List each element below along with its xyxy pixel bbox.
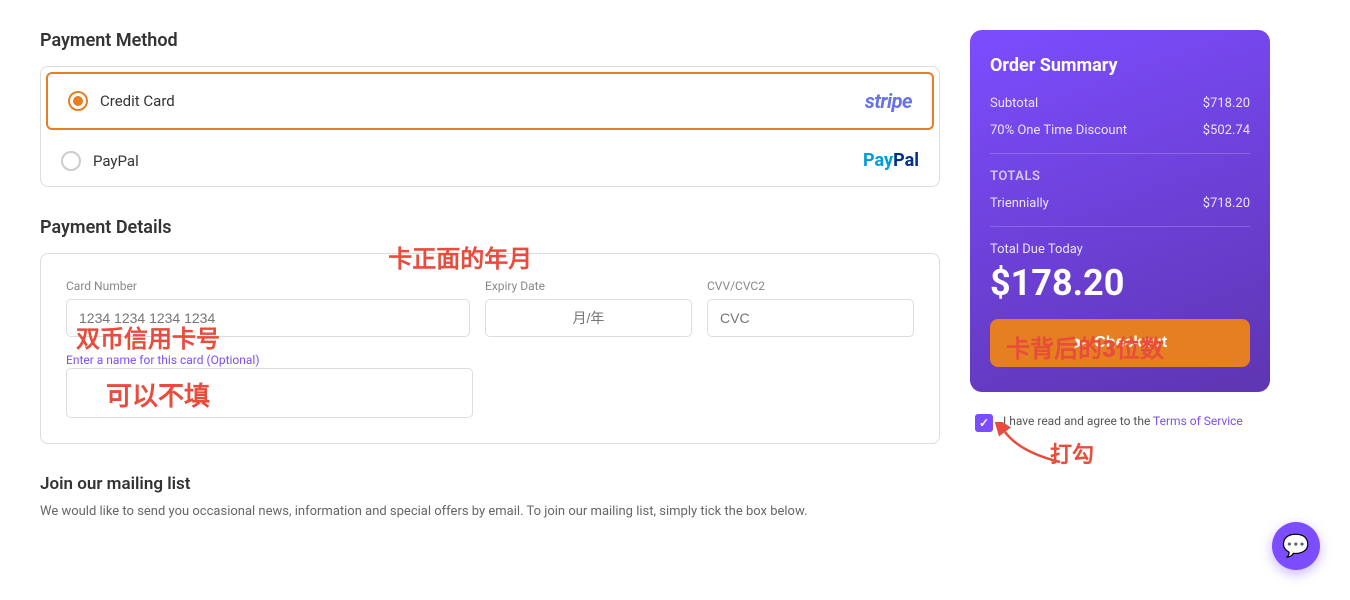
triennially-value: $718.20 [1203,196,1250,211]
summary-divider-1 [990,153,1250,154]
dagu-arrow [990,422,1070,472]
payment-details-box: 卡正面的年月 Card Number 双币信用卡号 Expiry Date [40,253,940,444]
annotation-dagu-wrapper: 打勾 [990,437,1270,469]
card-name-row: Enter a name for this card (Optional) 可以… [66,352,914,418]
credit-card-radio[interactable] [68,91,88,111]
payment-options-container: Credit Card stripe PayPal PayPal [40,66,940,187]
chat-icon: 💬 [1282,534,1309,559]
subtotal-label: Subtotal [990,96,1038,111]
annotation-dagu-text: 打勾 [1050,437,1270,469]
order-summary-title: Order Summary [990,55,1250,76]
right-column: Order Summary Subtotal $718.20 70% One T… [970,30,1270,522]
cvv-group: CVV/CVC2 卡背后的3位数 [707,279,914,337]
paypal-radio[interactable] [61,151,81,171]
credit-card-radio-fill [73,96,83,106]
mailing-title: Join our mailing list [40,474,940,494]
paypal-option[interactable]: PayPal PayPal [41,135,939,186]
total-due-label: Total Due Today [990,242,1250,257]
expiry-input[interactable] [485,299,692,337]
annotation-optional-text: 可以不填 [106,376,210,413]
discount-value: $502.74 [1203,123,1250,138]
payment-method-title: Payment Method [40,30,940,51]
triennially-row: Triennially $718.20 [990,196,1250,211]
summary-divider-2 [990,226,1250,227]
fields-wrapper: 卡正面的年月 Card Number 双币信用卡号 Expiry Date [66,279,914,418]
totals-label: Totals [990,169,1040,184]
terms-checkbox-check: ✓ [979,416,989,430]
annotation-expiry-text: 卡正面的年月 [388,239,532,274]
totals-header-row: Totals [990,169,1250,184]
credit-card-option[interactable]: Credit Card stripe [46,72,934,130]
annotation-card-number-text: 双币信用卡号 [76,319,220,354]
cvv-input[interactable] [707,299,914,337]
mailing-text: We would like to send you occasional new… [40,502,940,522]
credit-card-label: Credit Card [100,92,865,110]
card-name-label: Enter a name for this card (Optional) [66,353,260,367]
stripe-logo: stripe [865,89,912,113]
card-number-group: Card Number 双币信用卡号 [66,279,470,337]
paypal-logo: PayPal [863,150,919,171]
cvv-label: CVV/CVC2 [707,279,914,293]
total-due-value: $178.20 [990,262,1250,304]
triennially-label: Triennially [990,196,1049,211]
subtotal-value: $718.20 [1203,96,1250,111]
expiry-group: Expiry Date [485,279,692,337]
discount-row: 70% One Time Discount $502.74 [990,123,1250,138]
payment-details-title: Payment Details [40,217,940,238]
mailing-section: Join our mailing list We would like to s… [40,474,940,522]
card-row: 卡正面的年月 Card Number 双币信用卡号 Expiry Date [66,279,914,337]
terms-link[interactable]: Terms of Service [1153,414,1243,428]
expiry-label: Expiry Date [485,279,692,293]
discount-label: 70% One Time Discount [990,123,1127,138]
card-name-input-wrapper: 可以不填 [66,368,473,418]
subtotal-row: Subtotal $718.20 [990,96,1250,111]
card-number-label: Card Number [66,279,470,293]
chat-button[interactable]: 💬 [1272,522,1320,570]
annotation-cvv-text: 卡背后的3位数 [1006,329,1164,364]
paypal-label: PayPal [93,152,863,170]
card-name-group: Enter a name for this card (Optional) 可以… [66,352,473,418]
